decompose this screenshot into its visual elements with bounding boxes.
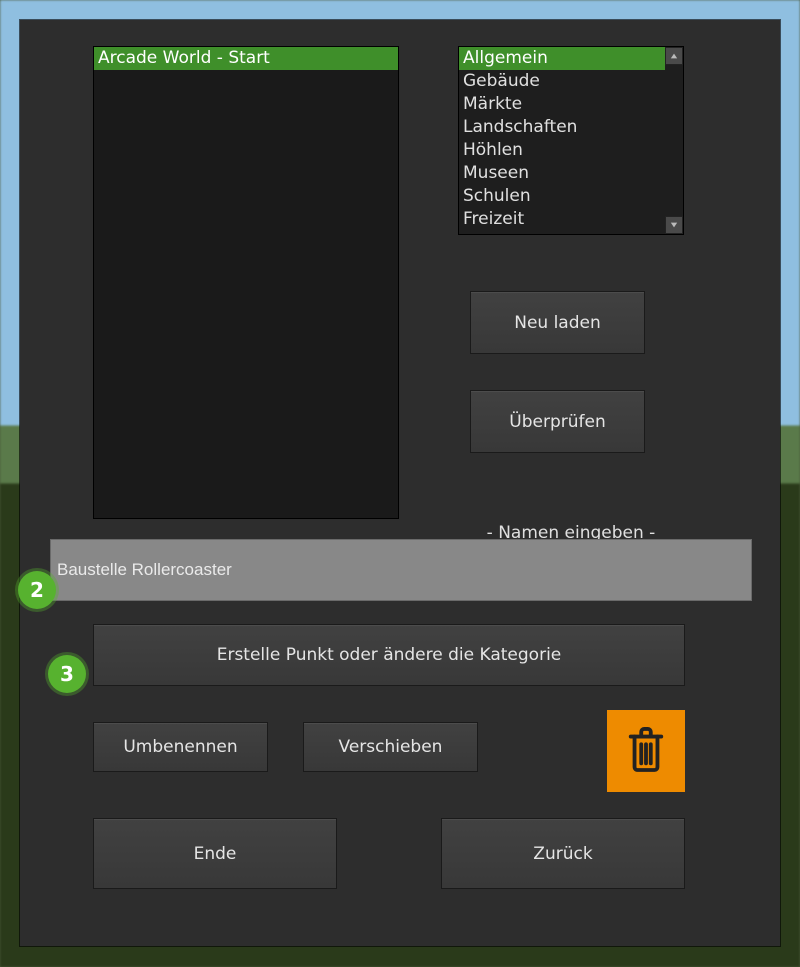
step-badge-3: 3 — [48, 655, 86, 693]
name-input-container — [50, 539, 752, 601]
end-button[interactable]: Ende — [93, 818, 337, 889]
category-item[interactable]: Landschaften — [459, 116, 683, 139]
scroll-down-button[interactable] — [665, 216, 683, 234]
dialog-panel: Arcade World - Start AllgemeinGebäudeMär… — [20, 20, 780, 946]
name-input[interactable] — [50, 539, 752, 601]
step-badge-2: 2 — [18, 571, 56, 609]
category-item[interactable]: Allgemein — [459, 47, 683, 70]
trash-icon — [625, 725, 667, 777]
category-item[interactable]: Höhlen — [459, 139, 683, 162]
back-button[interactable]: Zurück — [441, 818, 685, 889]
category-listbox[interactable]: AllgemeinGebäudeMärkteLandschaftenHöhlen… — [458, 46, 684, 235]
scrollbar[interactable] — [665, 47, 683, 234]
create-point-button[interactable]: Erstelle Punkt oder ändere die Kategorie — [93, 624, 685, 686]
category-item[interactable]: Gebäude — [459, 70, 683, 93]
listbox-header: Arcade World - Start — [94, 47, 398, 70]
delete-button[interactable] — [607, 710, 685, 792]
scroll-up-button[interactable] — [665, 47, 683, 65]
check-button[interactable]: Überprüfen — [470, 390, 645, 453]
category-item[interactable]: Museen — [459, 162, 683, 185]
move-button[interactable]: Verschieben — [303, 722, 478, 772]
points-listbox[interactable]: Arcade World - Start — [93, 46, 399, 519]
reload-button[interactable]: Neu laden — [470, 291, 645, 354]
rename-button[interactable]: Umbenennen — [93, 722, 268, 772]
category-item[interactable]: Freizeit — [459, 208, 683, 231]
category-item[interactable]: Märkte — [459, 93, 683, 116]
category-item[interactable]: Schulen — [459, 185, 683, 208]
